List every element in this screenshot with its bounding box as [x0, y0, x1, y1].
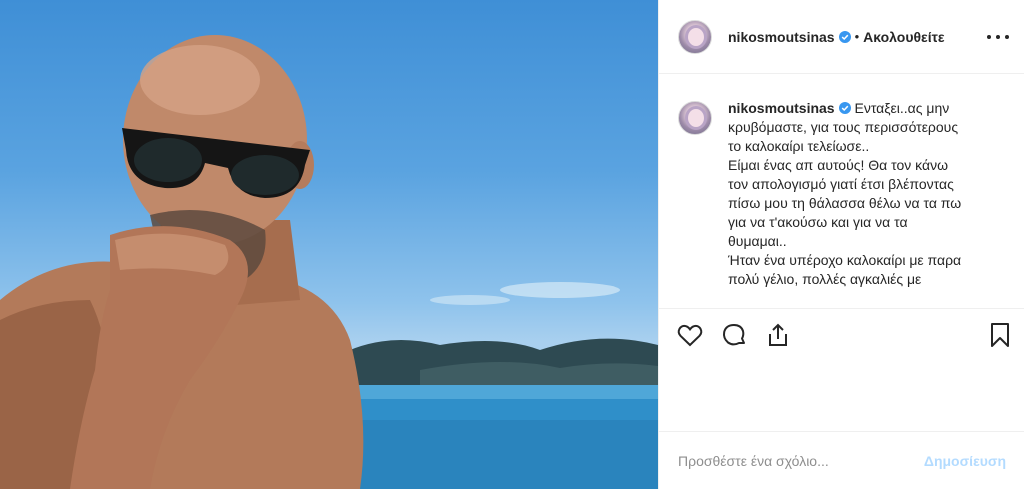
more-options-icon[interactable] — [987, 26, 1009, 48]
heart-icon[interactable] — [676, 321, 704, 349]
post-header: nikosmoutsinas • Ακολουθείτε — [659, 0, 1024, 74]
caption-area: nikosmoutsinas Ενταξει..ας μην κρυβόμαστ… — [659, 75, 1024, 308]
post-comment-button[interactable]: Δημοσίευση — [924, 453, 1006, 469]
post-sidebar: nikosmoutsinas • Ακολουθείτε nikosmoutsi… — [658, 0, 1024, 489]
share-icon[interactable] — [764, 321, 792, 349]
following-button[interactable]: Ακολουθείτε — [863, 29, 944, 45]
verified-badge-icon — [838, 102, 851, 114]
avatar[interactable] — [678, 19, 712, 54]
caption-avatar[interactable] — [678, 101, 712, 135]
caption-text: Ενταξει..ας μην κρυβόμαστε, για τους περ… — [728, 100, 962, 287]
comment-form: Δημοσίευση — [659, 431, 1024, 489]
action-bar — [659, 308, 1024, 360]
caption: nikosmoutsinas Ενταξει..ας μην κρυβόμαστ… — [728, 99, 968, 289]
verified-badge-icon — [838, 30, 851, 43]
username-link[interactable]: nikosmoutsinas — [728, 29, 835, 45]
separator-dot: • — [854, 29, 860, 44]
bookmark-icon[interactable] — [986, 321, 1014, 349]
comment-icon[interactable] — [720, 321, 748, 349]
comment-input[interactable] — [678, 452, 924, 469]
caption-username[interactable]: nikosmoutsinas — [728, 100, 835, 116]
post-photo[interactable] — [0, 0, 658, 489]
photo-scene — [0, 35, 658, 489]
